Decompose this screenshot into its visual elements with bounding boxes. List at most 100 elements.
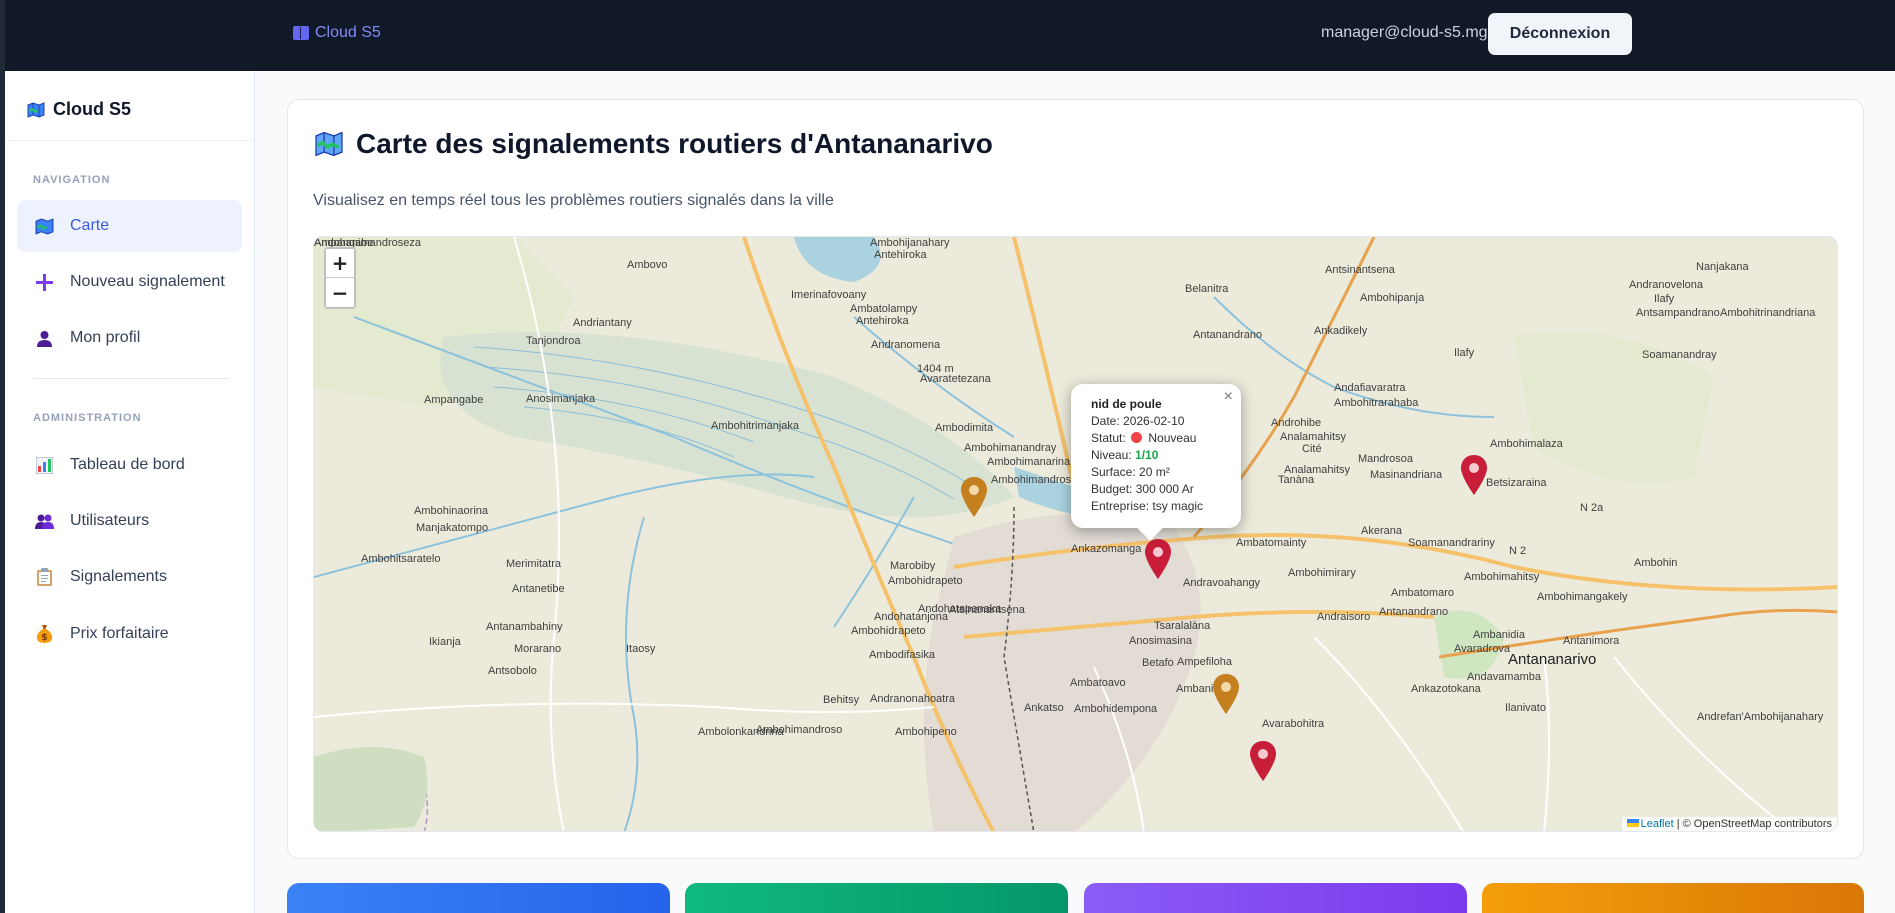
map-label: Nanjakana	[1696, 261, 1749, 273]
map-label: Ambanidia	[1473, 629, 1525, 641]
map-label: Soamanandrariny	[1408, 537, 1495, 549]
flag-icon	[1626, 819, 1639, 827]
map-label: Antanetibe	[512, 583, 565, 595]
sidebar-item-prix-forfaitaire[interactable]: $ Prix forfaitaire	[17, 608, 242, 660]
map-label: Avaradrova	[1454, 643, 1511, 655]
logout-button[interactable]: Déconnexion	[1488, 13, 1632, 55]
sidebar-item-label: Carte	[70, 217, 110, 234]
close-icon[interactable]: ×	[1224, 388, 1233, 405]
map-view[interactable]: Ambohijanahary Antehiroka Ambovo Imerinafov…	[313, 236, 1838, 832]
map-label: Ankazomanga	[1071, 543, 1142, 555]
map-label: Antanandrano	[1379, 606, 1449, 618]
map-label: Ambohidempona	[1074, 703, 1158, 715]
users-icon	[35, 512, 54, 531]
map-label: Ambohimangakely	[1537, 591, 1628, 603]
map-label: Antananarivo	[1508, 651, 1597, 668]
map-label: Marobiby	[890, 560, 936, 572]
map-label: Ambohipanja	[1360, 292, 1425, 304]
map-label: Ambohimanarina	[987, 456, 1071, 468]
map-label: Anosimasina	[1129, 635, 1192, 647]
map-label: Andranomena	[871, 339, 941, 351]
map-label: Betafo	[1142, 657, 1174, 669]
map-label: Ambohimirary	[1288, 567, 1356, 579]
sidebar-item-label: Prix forfaitaire	[70, 625, 169, 642]
map-label: Ampefiloha	[1177, 656, 1233, 668]
sidebar-brand-label: Cloud S5	[53, 99, 132, 119]
map-label: Ankazotokana	[1411, 683, 1481, 695]
svg-text:$: $	[41, 633, 47, 643]
popup-date: Date: 2026-02-10	[1091, 414, 1185, 428]
map-icon	[27, 101, 45, 118]
map-label: Ambatomainty	[1236, 537, 1307, 549]
sidebar-item-signalements[interactable]: Signalements	[17, 551, 242, 603]
top-brand[interactable]: Cloud S5	[293, 24, 381, 42]
map-label: Andranovelona	[1629, 279, 1704, 291]
report-marker-red[interactable]	[1250, 741, 1276, 781]
map-label: Andravoahangy	[1183, 577, 1261, 589]
map-label: Ambohitsaratelo	[361, 553, 441, 565]
map-label: Andranonahoatra	[870, 693, 956, 705]
stat-card-orange	[1482, 883, 1864, 913]
sidebar-item-label: Tableau de bord	[70, 456, 185, 473]
map-label: Ambohipeno	[895, 726, 957, 738]
zoom-out-button[interactable]: −	[326, 278, 354, 307]
popup-title: nid de poule	[1091, 397, 1162, 411]
map-label: Ikianja	[429, 636, 461, 648]
sidebar-item-nouveau-signalement[interactable]: Nouveau signalement	[17, 256, 242, 308]
map-label: Ambohidrapeto	[851, 625, 926, 637]
map-label: Antehiroka	[874, 249, 927, 261]
stat-card-green	[685, 883, 1068, 913]
map-label: Manjakatompo	[416, 522, 489, 534]
map-label: Antanandrano	[1193, 329, 1263, 341]
report-marker-red[interactable]	[1461, 455, 1487, 495]
sidebar-item-carte[interactable]: Carte	[17, 200, 242, 252]
popup-level: Niveau: 1/10	[1091, 448, 1159, 462]
map-label: Antanimora	[1563, 635, 1620, 647]
map-label: Ambatomaro	[1391, 587, 1454, 599]
sidebar-item-tableau-de-bord[interactable]: Tableau de bord	[17, 439, 242, 491]
map-label: Antsobolo	[488, 665, 537, 677]
map-tiles[interactable]	[314, 237, 1838, 832]
sidebar-item-mon-profil[interactable]: Mon profil	[17, 312, 242, 364]
map-label: Antanambahiny	[486, 621, 563, 633]
map-label: Masinandriana	[1370, 469, 1443, 481]
sidebar-divider	[5, 140, 254, 141]
map-label: Itaosy	[626, 643, 656, 655]
map-label: Avaratetezana	[920, 373, 991, 385]
report-marker-orange[interactable]	[1213, 674, 1239, 714]
map-label: Andriantany	[573, 317, 632, 329]
popup-surface: Surface: 20 m²	[1091, 465, 1170, 479]
map-label: Behitsy	[823, 694, 860, 706]
report-marker-orange[interactable]	[961, 477, 987, 517]
map-label: Anosimanjaka	[526, 393, 596, 405]
report-popup: × nid de poule Date: 2026-02-10 Statut: …	[1071, 384, 1241, 528]
map-label: Tanàna	[1278, 474, 1315, 486]
clipboard-icon	[35, 568, 54, 587]
zoom-controls: + −	[324, 247, 356, 309]
map-label: Ambohimalaza	[1490, 438, 1563, 450]
map-label: Ambohidrapeto	[888, 575, 963, 587]
status-dot-icon	[1131, 432, 1143, 443]
page-title: Carte des signalements routiers d'Antana…	[314, 128, 993, 160]
user-icon	[35, 329, 54, 348]
map-label: Ambodimita	[935, 422, 994, 434]
map-label: Ambohimahitsy	[1464, 571, 1540, 583]
user-email: manager@cloud-s5.mg	[1321, 24, 1488, 41]
stat-card-blue	[287, 883, 670, 913]
leaflet-link[interactable]: Leaflet	[1641, 818, 1674, 830]
map-label: Ambovo	[627, 259, 668, 271]
zoom-in-button[interactable]: +	[326, 249, 354, 278]
map-label: Andafiavaratra	[1334, 382, 1406, 394]
map-label: Ambohin	[1634, 557, 1678, 569]
map-label: Ilafy	[1454, 347, 1475, 359]
sidebar-item-utilisateurs[interactable]: Utilisateurs	[17, 495, 242, 547]
map-label: Tsaralalàna	[1154, 620, 1211, 632]
sidebar-brand[interactable]: Cloud S5	[27, 99, 131, 120]
map-label: Tanjondroa	[526, 335, 581, 347]
map-label: Ankadikely	[1314, 325, 1368, 337]
map-label: Ambatoavo	[1070, 677, 1126, 689]
report-marker-red[interactable]	[1145, 539, 1171, 579]
map-label: Mandrosoa	[1358, 453, 1414, 465]
map-label: Andraisoro	[1317, 611, 1371, 623]
sidebar: Cloud S5 NAVIGATION Carte Nouveau signal…	[5, 71, 255, 913]
